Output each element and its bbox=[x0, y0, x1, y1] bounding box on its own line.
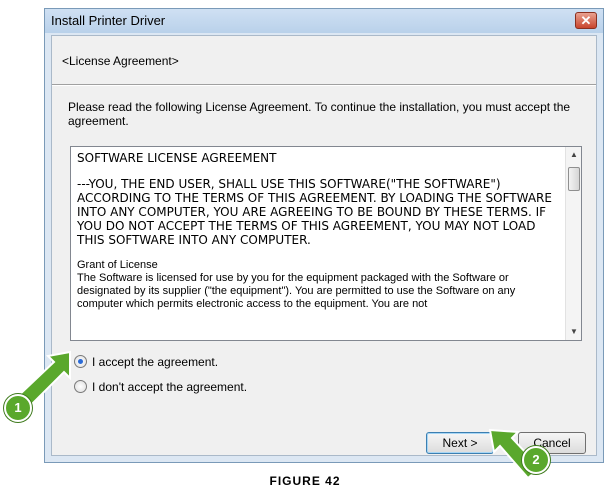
license-heading: SOFTWARE LICENSE AGREEMENT bbox=[77, 151, 277, 165]
close-icon: ✕ bbox=[580, 13, 592, 28]
license-text-box[interactable]: SOFTWARE LICENSE AGREEMENT ---YOU, THE E… bbox=[70, 146, 582, 341]
vertical-scrollbar[interactable]: ▲ ▼ bbox=[565, 147, 581, 340]
scroll-down-icon[interactable]: ▼ bbox=[566, 324, 581, 340]
grant-heading: Grant of License bbox=[77, 259, 158, 271]
grant-text: The Software is licensed for use by you … bbox=[77, 272, 516, 310]
decline-label[interactable]: I don't accept the agreement. bbox=[92, 380, 247, 394]
figure-caption: FIGURE 42 bbox=[269, 474, 341, 488]
license-paragraph: ---YOU, THE END USER, SHALL USE THIS SOF… bbox=[77, 177, 552, 247]
instruction-text: Please read the following License Agreem… bbox=[68, 100, 571, 128]
callout-badge-2: 2 bbox=[522, 446, 550, 474]
callout-badge-1: 1 bbox=[4, 394, 32, 422]
scroll-thumb[interactable] bbox=[568, 167, 580, 191]
window-title: Install Printer Driver bbox=[51, 13, 166, 28]
dialog-body: <License Agreement> Please read the foll… bbox=[51, 35, 597, 456]
title-bar[interactable]: Install Printer Driver ✕ bbox=[45, 9, 603, 33]
section-title: <License Agreement> bbox=[62, 54, 179, 68]
accept-label[interactable]: I accept the agreement. bbox=[92, 355, 218, 369]
close-button[interactable]: ✕ bbox=[575, 12, 597, 29]
license-content: SOFTWARE LICENSE AGREEMENT ---YOU, THE E… bbox=[77, 151, 561, 311]
scroll-up-icon[interactable]: ▲ bbox=[566, 147, 581, 163]
separator bbox=[52, 84, 596, 86]
install-printer-driver-dialog: Install Printer Driver ✕ <License Agreem… bbox=[44, 8, 604, 463]
